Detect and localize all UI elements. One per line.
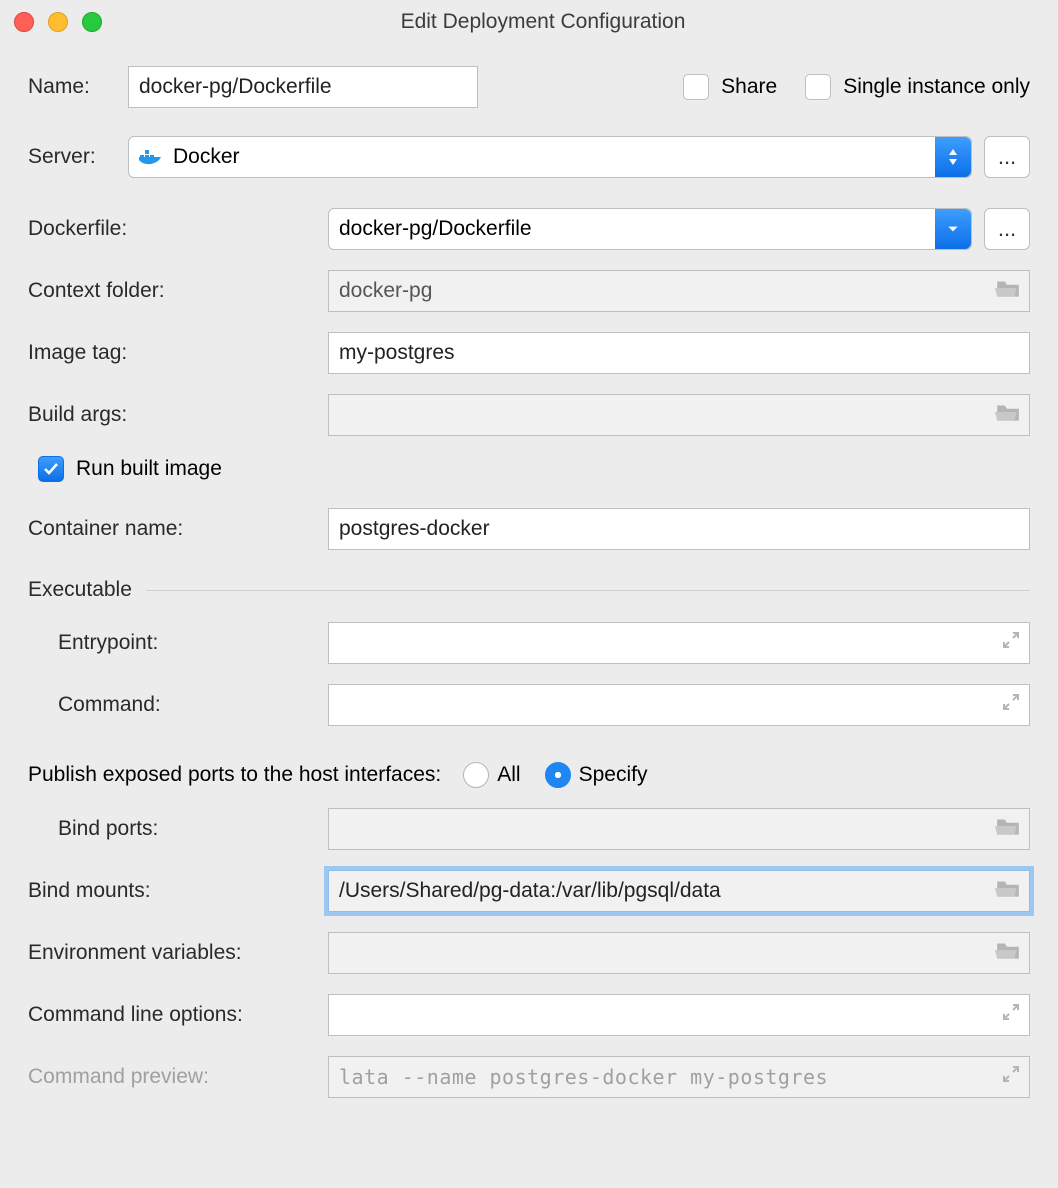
name-row: Name: docker-pg/Dockerfile Share Single …	[28, 66, 1030, 108]
bindmounts-label: Bind mounts:	[28, 879, 328, 903]
folder-icon[interactable]	[995, 401, 1021, 429]
bindports-row: Bind ports:	[28, 808, 1030, 850]
imagetag-row: Image tag: my-postgres	[28, 332, 1030, 374]
bindports-label: Bind ports:	[28, 817, 328, 841]
run-built-label: Run built image	[76, 457, 222, 481]
server-label: Server:	[28, 145, 128, 169]
server-select[interactable]: Docker	[128, 136, 972, 178]
divider	[146, 590, 1030, 591]
dockerfile-value: docker-pg/Dockerfile	[339, 217, 532, 241]
share-checkbox[interactable]	[683, 74, 709, 100]
command-input[interactable]	[328, 684, 1030, 726]
publish-ports-label: Publish exposed ports to the host interf…	[28, 763, 441, 787]
preview-value: lata --name postgres-docker my-postgres	[339, 1065, 828, 1089]
stepper-arrows-icon[interactable]	[935, 137, 971, 177]
bindmounts-row: Bind mounts: /Users/Shared/pg-data:/var/…	[28, 870, 1030, 912]
run-built-checkbox-wrap[interactable]: Run built image	[38, 456, 222, 482]
executable-section: Executable	[28, 578, 1030, 602]
container-label: Container name:	[28, 517, 328, 541]
expand-icon[interactable]	[1001, 692, 1021, 718]
preview-input: lata --name postgres-docker my-postgres	[328, 1056, 1030, 1098]
preview-row: Command preview: lata --name postgres-do…	[28, 1056, 1030, 1098]
container-input[interactable]: postgres-docker	[328, 508, 1030, 550]
radio-all-wrap[interactable]: All	[463, 762, 520, 788]
server-row: Server: Docker ...	[28, 136, 1030, 178]
cliopts-input[interactable]	[328, 994, 1030, 1036]
publish-ports-row: Publish exposed ports to the host interf…	[28, 762, 1030, 788]
dockerfile-row: Dockerfile: docker-pg/Dockerfile ...	[28, 208, 1030, 250]
single-instance-label: Single instance only	[843, 75, 1030, 99]
runbuilt-row: Run built image	[28, 456, 1030, 482]
imagetag-label: Image tag:	[28, 341, 328, 365]
imagetag-value: my-postgres	[339, 341, 455, 365]
single-instance-checkbox-wrap[interactable]: Single instance only	[805, 74, 1030, 100]
bindmounts-input[interactable]: /Users/Shared/pg-data:/var/lib/pgsql/dat…	[328, 870, 1030, 912]
folder-icon[interactable]	[995, 815, 1021, 843]
share-label: Share	[721, 75, 777, 99]
command-row: Command:	[28, 684, 1030, 726]
bindports-input[interactable]	[328, 808, 1030, 850]
bindmounts-value: /Users/Shared/pg-data:/var/lib/pgsql/dat…	[339, 879, 721, 903]
container-row: Container name: postgres-docker	[28, 508, 1030, 550]
checkmark-icon	[42, 460, 60, 478]
preview-label: Command preview:	[28, 1065, 328, 1089]
cliopts-label: Command line options:	[28, 1003, 328, 1027]
close-icon[interactable]	[14, 12, 34, 32]
expand-icon[interactable]	[1001, 1064, 1021, 1090]
name-label: Name:	[28, 75, 128, 99]
env-label: Environment variables:	[28, 941, 328, 965]
buildargs-row: Build args:	[28, 394, 1030, 436]
executable-label: Executable	[28, 578, 132, 602]
env-row: Environment variables:	[28, 932, 1030, 974]
radio-all-label: All	[497, 763, 520, 787]
server-more-button[interactable]: ...	[984, 136, 1030, 178]
cliopts-row: Command line options:	[28, 994, 1030, 1036]
radio-specify-wrap[interactable]: Specify	[545, 762, 648, 788]
name-input[interactable]: docker-pg/Dockerfile	[128, 66, 478, 108]
buildargs-input[interactable]	[328, 394, 1030, 436]
expand-icon[interactable]	[1001, 1002, 1021, 1028]
container-value: postgres-docker	[339, 517, 490, 541]
docker-icon	[139, 147, 163, 167]
share-checkbox-wrap[interactable]: Share	[683, 74, 777, 100]
context-input[interactable]: docker-pg	[328, 270, 1030, 312]
buildargs-label: Build args:	[28, 403, 328, 427]
dialog-body: Name: docker-pg/Dockerfile Share Single …	[0, 44, 1058, 1108]
dockerfile-label: Dockerfile:	[28, 217, 328, 241]
expand-icon[interactable]	[1001, 630, 1021, 656]
context-label: Context folder:	[28, 279, 328, 303]
run-built-checkbox[interactable]	[38, 456, 64, 482]
context-value: docker-pg	[339, 279, 432, 303]
titlebar: Edit Deployment Configuration	[0, 0, 1058, 44]
dockerfile-select[interactable]: docker-pg/Dockerfile	[328, 208, 972, 250]
env-input[interactable]	[328, 932, 1030, 974]
dockerfile-more-button[interactable]: ...	[984, 208, 1030, 250]
entrypoint-row: Entrypoint:	[28, 622, 1030, 664]
entrypoint-label: Entrypoint:	[28, 631, 328, 655]
context-row: Context folder: docker-pg	[28, 270, 1030, 312]
single-instance-checkbox[interactable]	[805, 74, 831, 100]
radio-specify-label: Specify	[579, 763, 648, 787]
name-value: docker-pg/Dockerfile	[139, 75, 332, 99]
folder-icon[interactable]	[995, 939, 1021, 967]
radio-all[interactable]	[463, 762, 489, 788]
server-value: Docker	[173, 145, 240, 169]
folder-icon[interactable]	[995, 877, 1021, 905]
folder-icon[interactable]	[995, 277, 1021, 305]
chevron-down-icon[interactable]	[935, 209, 971, 249]
window-title: Edit Deployment Configuration	[42, 10, 1044, 34]
radio-specify[interactable]	[545, 762, 571, 788]
imagetag-input[interactable]: my-postgres	[328, 332, 1030, 374]
command-label: Command:	[28, 693, 328, 717]
entrypoint-input[interactable]	[328, 622, 1030, 664]
